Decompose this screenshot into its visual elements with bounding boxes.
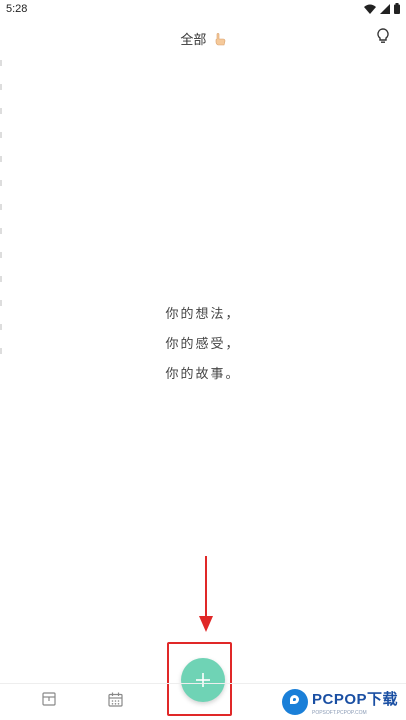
- quote-line-2: 你的感受，: [165, 337, 241, 352]
- filter-title[interactable]: 全部: [0, 29, 406, 48]
- red-arrow-annotation: [199, 556, 213, 632]
- status-time: 5:28: [6, 3, 28, 15]
- status-bar: 5:28: [0, 0, 406, 18]
- empty-state-quote: 你的想法， 你的感受， 你的故事。: [0, 300, 406, 390]
- wifi-icon: [364, 4, 376, 14]
- quote-line-1: 你的想法，: [165, 307, 241, 322]
- calendar-icon[interactable]: [108, 692, 123, 707]
- pcpop-logo-icon: [282, 689, 308, 715]
- add-entry-button[interactable]: [181, 658, 225, 702]
- status-icons: [364, 3, 400, 14]
- pointing-hand-icon: [215, 33, 225, 46]
- plus-icon: [196, 673, 210, 687]
- quote-line-3: 你的故事。: [165, 367, 241, 382]
- filter-title-label: 全部: [180, 33, 207, 48]
- archive-icon[interactable]: [42, 692, 56, 706]
- battery-icon: [394, 3, 400, 14]
- watermark-brand: PCPOP下载: [312, 691, 399, 708]
- header: 全部: [0, 24, 406, 54]
- lightbulb-icon[interactable]: [376, 28, 390, 44]
- watermark: PCPOP下载 POPSOFT.PCPOP.COM: [282, 684, 406, 720]
- signal-icon: [380, 3, 390, 14]
- watermark-tagline: POPSOFT.PCPOP.COM: [312, 710, 367, 716]
